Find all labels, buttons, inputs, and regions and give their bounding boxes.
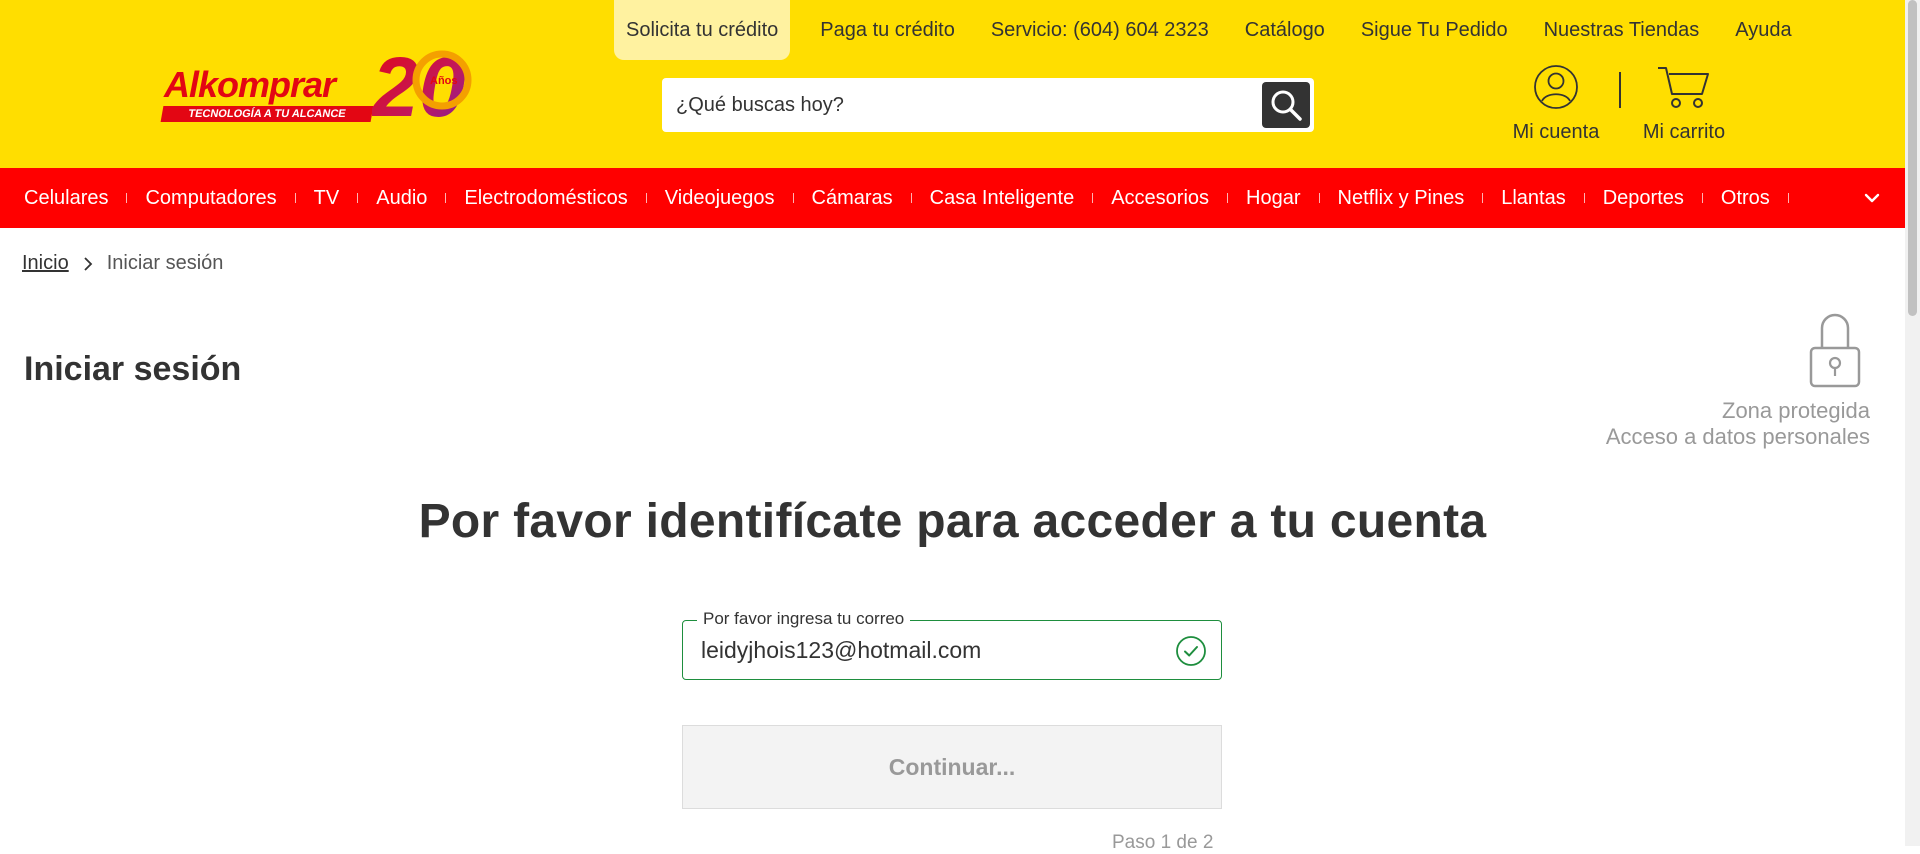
account-label: Mi cuenta xyxy=(1512,121,1600,143)
logo-wordmark: Alkomprar xyxy=(164,64,336,105)
top-links-bar: Solicita tu crédito Paga tu crédito Serv… xyxy=(614,0,1810,60)
email-input[interactable] xyxy=(701,633,1161,667)
top-link-paga-credito[interactable]: Paga tu crédito xyxy=(802,0,973,60)
anniversary-20-badge: 20 Años xyxy=(372,42,472,132)
nav-item-celulares[interactable]: Celulares xyxy=(0,168,126,228)
step-indicator: Paso 1 de 2 xyxy=(1112,832,1214,853)
top-link-catalogo[interactable]: Catálogo xyxy=(1227,0,1343,60)
logo-tagline: TECNOLOGÍA A TU ALCANCE xyxy=(160,106,374,122)
brand-logo[interactable]: Alkomprar TECNOLOGÍA A TU ALCANCE 20 Año… xyxy=(160,42,490,132)
top-link-tiendas[interactable]: Nuestras Tiendas xyxy=(1526,0,1718,60)
nav-item-netflix-pines[interactable]: Netflix y Pines xyxy=(1320,168,1483,228)
protected-zone-subtitle: Acceso a datos personales xyxy=(1605,424,1870,449)
top-link-servicio[interactable]: Servicio: (604) 604 2323 xyxy=(973,0,1227,60)
category-nav: Celulares Computadores TV Audio Electrod… xyxy=(0,168,1905,228)
nav-item-camaras[interactable]: Cámaras xyxy=(794,168,911,228)
cart-label: Mi carrito xyxy=(1642,121,1726,143)
search-box xyxy=(662,78,1314,132)
top-link-solicita-credito[interactable]: Solicita tu crédito xyxy=(614,0,791,60)
account-button[interactable]: Mi cuenta xyxy=(1506,64,1606,144)
login-heading: Por favor identifícate para acceder a tu… xyxy=(418,495,1487,548)
nav-more-button[interactable] xyxy=(1863,168,1881,228)
chevron-right-icon xyxy=(83,256,93,271)
nav-separator xyxy=(1787,193,1789,203)
nav-item-tv[interactable]: TV xyxy=(296,168,358,228)
chevron-down-icon xyxy=(1864,193,1880,203)
nav-item-videojuegos[interactable]: Videojuegos xyxy=(647,168,793,228)
nav-item-casa-inteligente[interactable]: Casa Inteligente xyxy=(912,168,1093,228)
protected-zone-title: Zona protegida xyxy=(1722,398,1870,423)
top-link-sigue-pedido[interactable]: Sigue Tu Pedido xyxy=(1343,0,1526,60)
top-link-ayuda[interactable]: Ayuda xyxy=(1717,0,1809,60)
nav-item-electrodomesticos[interactable]: Electrodomésticos xyxy=(446,168,645,228)
cart-icon xyxy=(1658,67,1709,108)
email-field-label: Por favor ingresa tu correo xyxy=(697,609,911,629)
nav-item-otros[interactable]: Otros xyxy=(1703,168,1788,228)
page-scrollbar[interactable] xyxy=(1905,0,1920,846)
site-header: Alkomprar TECNOLOGÍA A TU ALCANCE 20 Año… xyxy=(0,0,1905,168)
breadcrumb-home-link[interactable]: Inicio xyxy=(22,252,69,275)
svg-text:Años: Años xyxy=(430,75,458,87)
nav-item-deportes[interactable]: Deportes xyxy=(1585,168,1702,228)
user-circle-icon xyxy=(1534,65,1578,109)
search-input[interactable] xyxy=(662,78,1252,132)
protected-zone-notice: Zona protegida Acceso a datos personales xyxy=(1606,310,1870,450)
lock-icon xyxy=(1809,313,1861,388)
cart-button[interactable]: Mi carrito xyxy=(1634,64,1734,144)
email-field: Por favor ingresa tu correo xyxy=(682,609,1222,680)
nav-item-accesorios[interactable]: Accesorios xyxy=(1093,168,1227,228)
search-icon xyxy=(1271,90,1302,121)
nav-item-hogar[interactable]: Hogar xyxy=(1228,168,1318,228)
continue-button[interactable]: Continuar... xyxy=(682,725,1222,809)
header-divider xyxy=(1619,72,1621,108)
search-button[interactable] xyxy=(1262,82,1310,128)
nav-item-audio[interactable]: Audio xyxy=(358,168,445,228)
scrollbar-thumb[interactable] xyxy=(1908,0,1917,316)
breadcrumb: Inicio Iniciar sesión xyxy=(22,252,223,275)
nav-item-computadores[interactable]: Computadores xyxy=(127,168,294,228)
breadcrumb-current: Iniciar sesión xyxy=(106,252,224,274)
nav-item-llantas[interactable]: Llantas xyxy=(1483,168,1584,228)
valid-check-icon xyxy=(1176,636,1206,666)
page-title: Iniciar sesión xyxy=(24,350,242,388)
